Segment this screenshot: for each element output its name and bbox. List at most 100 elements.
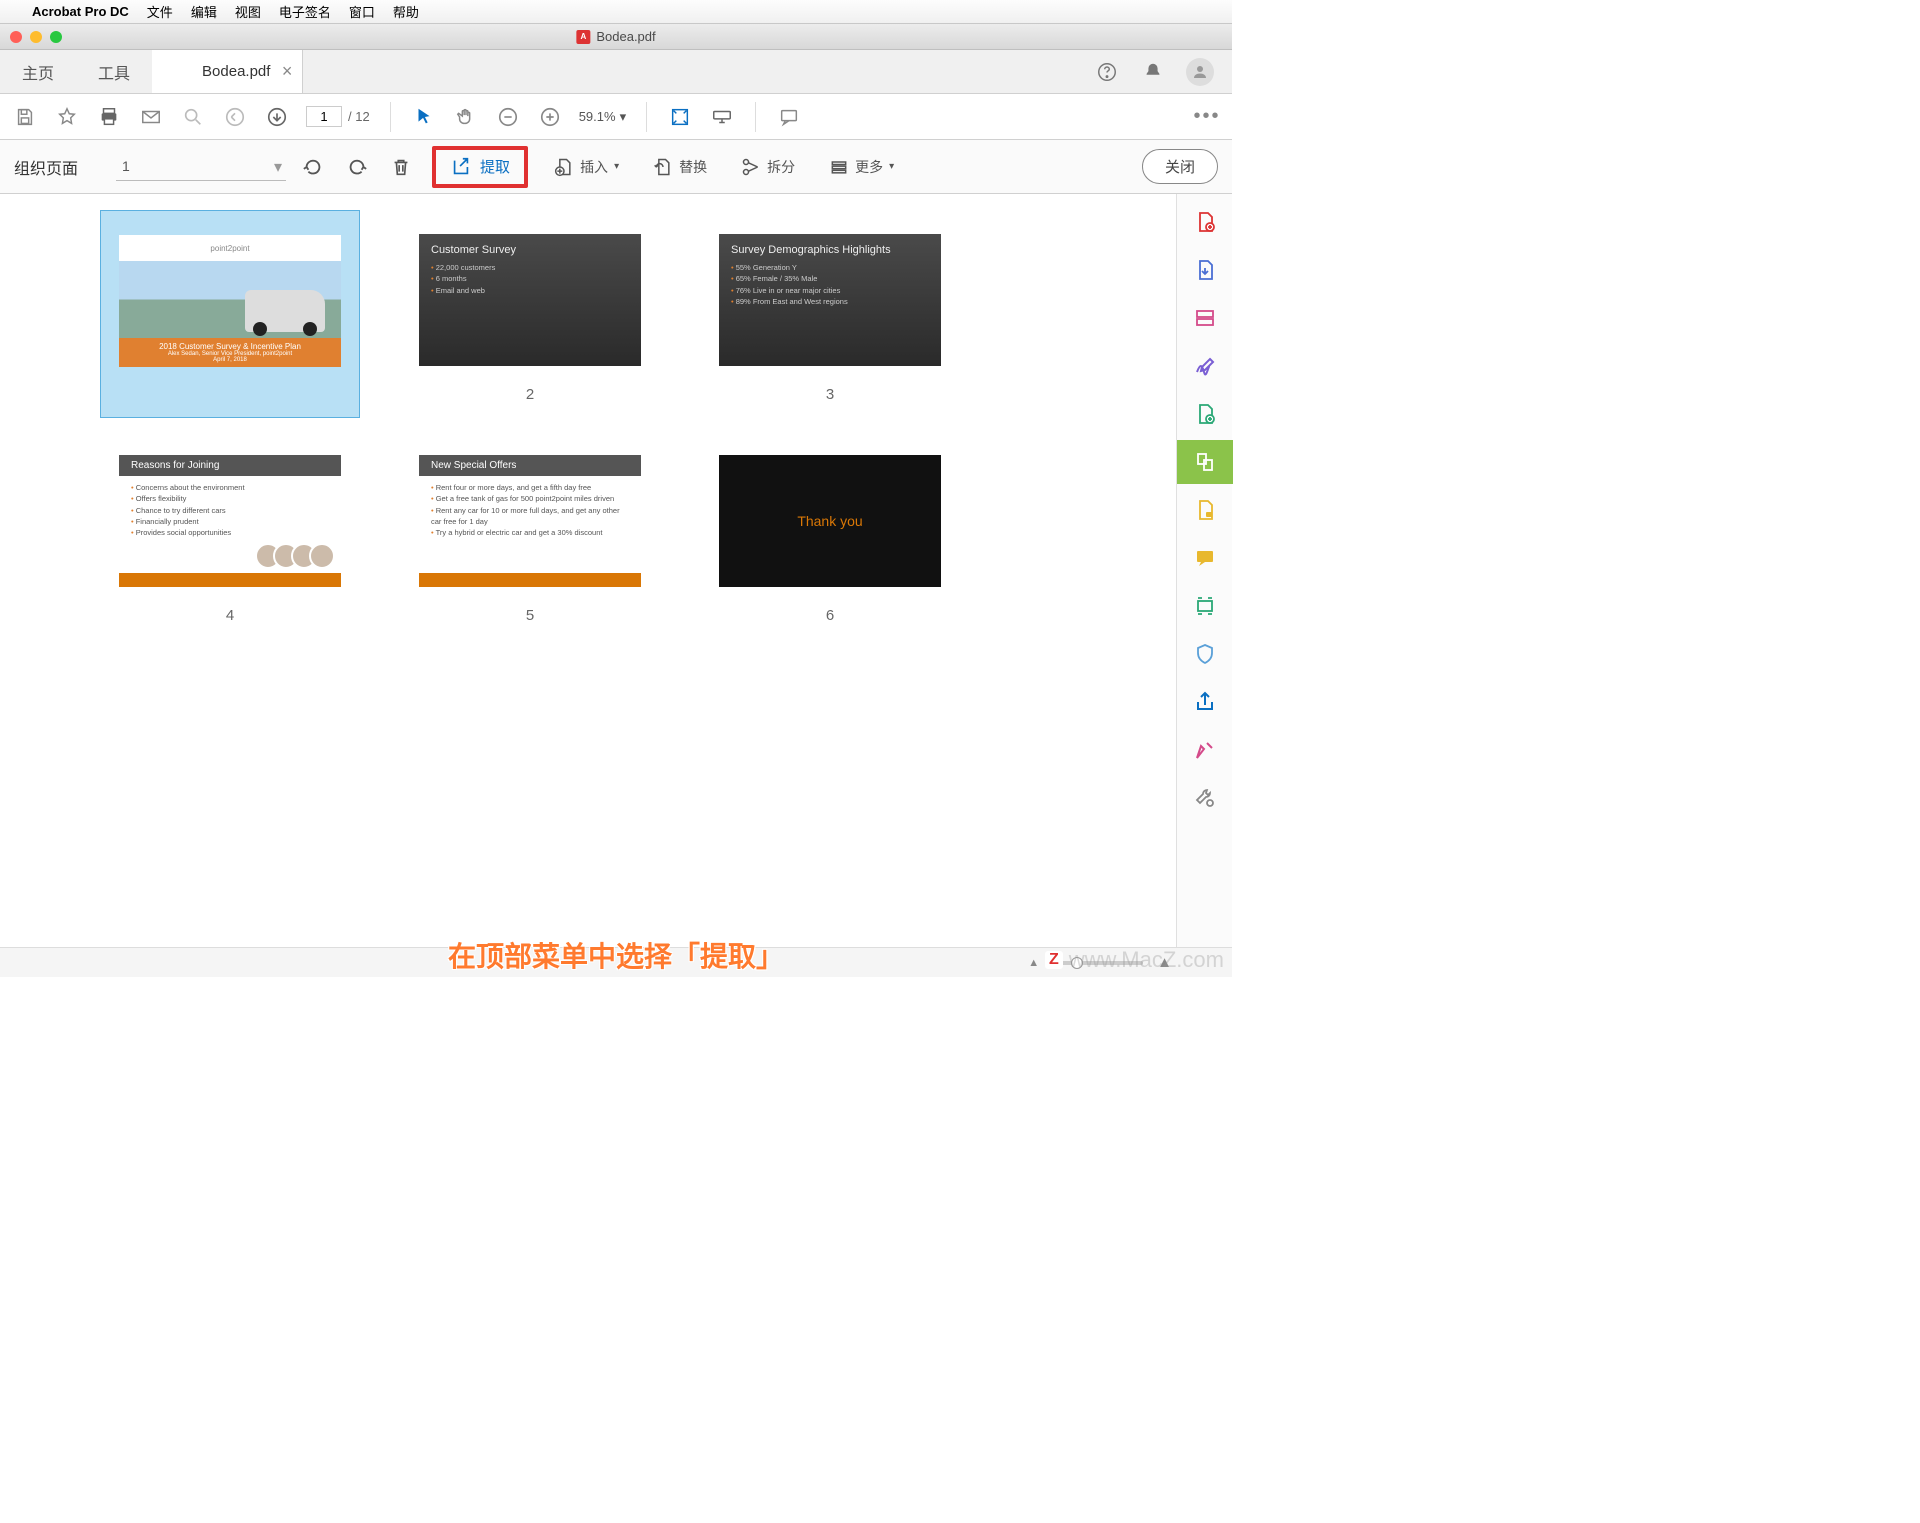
account-avatar[interactable] bbox=[1186, 58, 1214, 86]
search-icon[interactable] bbox=[180, 104, 206, 130]
zoom-out-icon[interactable] bbox=[495, 104, 521, 130]
organize-toolbar: 组织页面 ▾ 提取 插入 ▾ 替换 拆分 更多 ▾ 关闭 bbox=[0, 140, 1232, 194]
bullet: 89% From East and West regions bbox=[731, 296, 929, 307]
menu-window[interactable]: 窗口 bbox=[349, 2, 375, 21]
fill-sign-icon[interactable] bbox=[1191, 736, 1219, 764]
page-range-select[interactable] bbox=[116, 153, 286, 181]
menu-esign[interactable]: 电子签名 bbox=[279, 2, 331, 21]
window-zoom-icon[interactable] bbox=[50, 31, 62, 43]
rotate-left-icon[interactable] bbox=[300, 154, 326, 180]
tab-tools[interactable]: 工具 bbox=[76, 50, 152, 93]
slide-title: 2018 Customer Survey & Incentive Plan bbox=[123, 342, 337, 351]
create-pdf-icon[interactable] bbox=[1191, 208, 1219, 236]
rotate-right-icon[interactable] bbox=[344, 154, 370, 180]
menu-file[interactable]: 文件 bbox=[147, 2, 173, 21]
page-thumb-4[interactable]: Reasons for Joining Concerns about the e… bbox=[119, 455, 341, 587]
tab-close-icon[interactable]: × bbox=[282, 61, 293, 82]
scan-icon[interactable] bbox=[1191, 592, 1219, 620]
extract-button[interactable]: 提取 bbox=[432, 146, 528, 188]
organize-pages-icon[interactable] bbox=[1177, 440, 1233, 484]
thumb-number: 5 bbox=[526, 607, 534, 624]
window-close-icon[interactable] bbox=[10, 31, 22, 43]
thumb-number: 4 bbox=[226, 607, 234, 624]
chevron-down-icon: ▾ bbox=[620, 109, 627, 125]
pdf-icon: A bbox=[576, 30, 590, 44]
page-thumbnails-area[interactable]: point2point 2018 Customer Survey & Incen… bbox=[0, 194, 1176, 947]
close-button[interactable]: 关闭 bbox=[1142, 149, 1218, 184]
combine-icon[interactable] bbox=[1191, 400, 1219, 428]
split-button[interactable]: 拆分 bbox=[733, 153, 803, 181]
slide-logo: point2point bbox=[119, 235, 341, 261]
thumb-number: 3 bbox=[826, 386, 834, 403]
bullet: 6 months bbox=[431, 273, 629, 284]
thumb-number: 6 bbox=[826, 607, 834, 624]
page-thumb-5[interactable]: New Special Offers Rent four or more day… bbox=[419, 455, 641, 587]
save-icon[interactable] bbox=[12, 104, 38, 130]
delete-icon[interactable] bbox=[388, 154, 414, 180]
page-total: / 12 bbox=[348, 109, 370, 124]
compress-icon[interactable] bbox=[1191, 496, 1219, 524]
bullet: 65% Female / 35% Male bbox=[731, 273, 929, 284]
mac-menubar: Acrobat Pro DC 文件 编辑 视图 电子签名 窗口 帮助 bbox=[0, 0, 1232, 24]
bullet: Chance to try different cars bbox=[131, 505, 329, 516]
page-thumb-3[interactable]: Survey Demographics Highlights 55% Gener… bbox=[719, 234, 941, 366]
app-name[interactable]: Acrobat Pro DC bbox=[32, 4, 129, 19]
menu-edit[interactable]: 编辑 bbox=[191, 2, 217, 21]
prev-page-icon[interactable] bbox=[222, 104, 248, 130]
slide-title: Reasons for Joining bbox=[119, 455, 341, 476]
bullet: 76% Live in or near major cities bbox=[731, 285, 929, 296]
more-label: 更多 bbox=[855, 157, 883, 177]
slide-title: New Special Offers bbox=[419, 455, 641, 476]
page-thumb-2[interactable]: Customer Survey 22,000 customers 6 month… bbox=[419, 234, 641, 366]
help-icon[interactable] bbox=[1094, 59, 1120, 85]
comment-tool-icon[interactable] bbox=[1191, 544, 1219, 572]
share-icon[interactable] bbox=[1191, 688, 1219, 716]
chevron-down-icon: ▾ bbox=[889, 161, 894, 172]
menu-help[interactable]: 帮助 bbox=[393, 2, 419, 21]
window-minimize-icon[interactable] bbox=[30, 31, 42, 43]
window-titlebar: A Bodea.pdf bbox=[0, 24, 1232, 50]
page-input[interactable] bbox=[306, 106, 342, 127]
insert-button[interactable]: 插入 ▾ bbox=[546, 153, 627, 181]
print-icon[interactable] bbox=[96, 104, 122, 130]
page-thumb-6[interactable]: Thank you bbox=[719, 455, 941, 587]
fit-icon[interactable] bbox=[667, 104, 693, 130]
more-icon[interactable]: ••• bbox=[1194, 104, 1220, 130]
replace-button[interactable]: 替换 bbox=[645, 153, 715, 181]
organize-title: 组织页面 bbox=[14, 155, 78, 179]
thumb-number: 2 bbox=[526, 386, 534, 403]
bullet: Financially prudent bbox=[131, 516, 329, 527]
slide-title: Survey Demographics Highlights bbox=[731, 244, 929, 256]
comment-icon[interactable] bbox=[776, 104, 802, 130]
bell-icon[interactable] bbox=[1140, 59, 1166, 85]
tab-document[interactable]: Bodea.pdf × bbox=[152, 50, 303, 93]
bullet: Concerns about the environment bbox=[131, 482, 329, 493]
mail-icon[interactable] bbox=[138, 104, 164, 130]
zoom-dropdown[interactable]: 59.1% ▾ bbox=[579, 109, 626, 125]
more-tools-icon[interactable] bbox=[1191, 784, 1219, 812]
star-icon[interactable] bbox=[54, 104, 80, 130]
chevron-down-icon: ▾ bbox=[614, 161, 619, 172]
edit-pdf-icon[interactable] bbox=[1191, 304, 1219, 332]
export-pdf-icon[interactable] bbox=[1191, 256, 1219, 284]
next-page-icon[interactable] bbox=[264, 104, 290, 130]
hand-icon[interactable] bbox=[453, 104, 479, 130]
bullet: Try a hybrid or electric car and get a 3… bbox=[431, 527, 629, 538]
main-toolbar: / 12 59.1% ▾ ••• bbox=[0, 94, 1232, 140]
zoom-in-icon[interactable] bbox=[537, 104, 563, 130]
protect-icon[interactable] bbox=[1191, 640, 1219, 668]
thumb-size-small-icon[interactable]: ▲ bbox=[1028, 957, 1039, 969]
menu-view[interactable]: 视图 bbox=[235, 2, 261, 21]
more-button[interactable]: 更多 ▾ bbox=[821, 153, 902, 181]
pointer-icon[interactable] bbox=[411, 104, 437, 130]
zoom-value: 59.1% bbox=[579, 109, 616, 124]
page-thumb-1[interactable]: point2point 2018 Customer Survey & Incen… bbox=[100, 210, 360, 418]
slide-title: Customer Survey bbox=[431, 244, 629, 256]
sign-icon[interactable] bbox=[1191, 352, 1219, 380]
bullet: 22,000 customers bbox=[431, 262, 629, 273]
page-indicator: / 12 bbox=[306, 106, 370, 127]
tab-home[interactable]: 主页 bbox=[0, 50, 76, 93]
keyboard-icon[interactable] bbox=[709, 104, 735, 130]
instruction-overlay: 在顶部菜单中选择「提取」 bbox=[448, 935, 784, 975]
slide-date: April 7, 2018 bbox=[123, 357, 337, 363]
